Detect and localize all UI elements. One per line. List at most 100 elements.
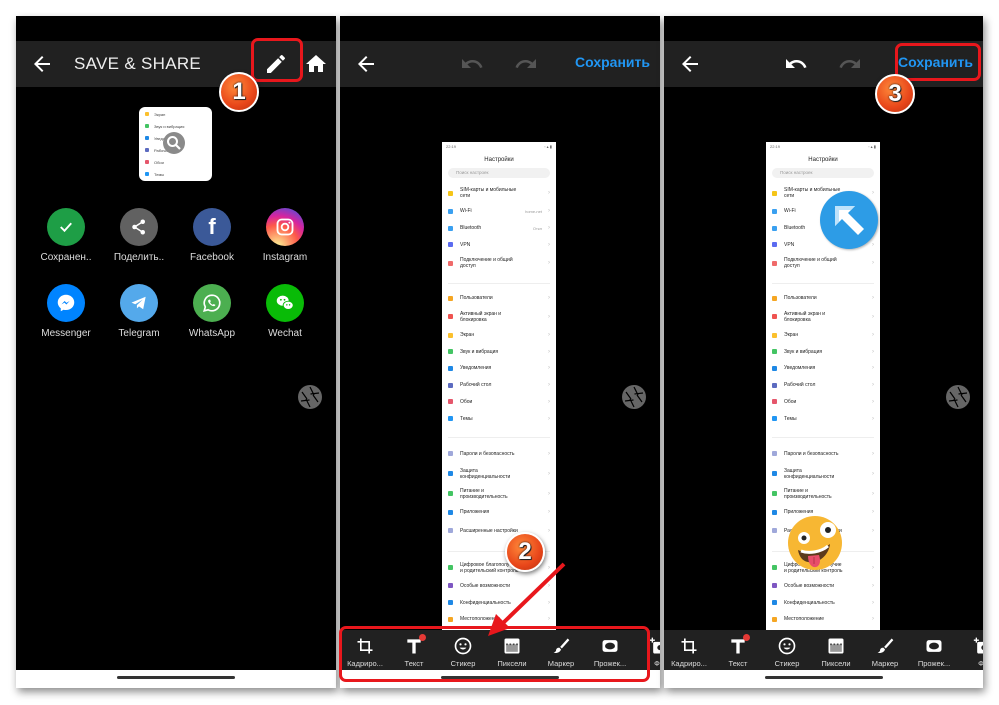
settings-row-icon [772, 471, 777, 477]
settings-row-icon [772, 332, 777, 338]
aperture-icon[interactable] [298, 385, 322, 409]
highlight-save-button [895, 43, 981, 81]
settings-search: Поиск настроек [772, 168, 874, 178]
settings-row: Уведомления › [442, 360, 556, 377]
editor-app-bar: Сохранить [340, 41, 660, 87]
back-arrow-icon[interactable] [678, 52, 702, 76]
instagram-icon [266, 208, 304, 246]
settings-row: SIM-карты и мобильные сети › [442, 183, 556, 203]
chevron-right-icon: › [548, 382, 550, 389]
redo-icon[interactable] [514, 52, 538, 76]
tool-text[interactable]: Текст [712, 632, 764, 668]
divider [448, 273, 550, 285]
settings-row-icon [772, 399, 777, 405]
tool-sticker[interactable]: Стикер [761, 632, 813, 668]
settings-row-icon [772, 528, 777, 534]
divider [772, 427, 874, 438]
settings-row-icon [448, 416, 453, 422]
thumb-row: Экран [145, 109, 206, 119]
sticker-icon [778, 637, 796, 655]
chevron-right-icon: › [548, 190, 550, 196]
home-indicator[interactable] [117, 676, 235, 679]
new-badge-dot [743, 634, 750, 641]
settings-row-icon [772, 260, 777, 266]
settings-search: Поиск настроек [448, 168, 550, 178]
settings-row-icon [448, 616, 453, 622]
settings-row-icon [448, 471, 453, 477]
settings-row: Обои › [766, 394, 880, 411]
settings-row-icon [448, 295, 453, 301]
share-telegram[interactable]: Telegram [104, 284, 174, 339]
settings-row: Пользователи › [442, 290, 556, 307]
share-messenger[interactable]: Messenger [31, 284, 101, 339]
settings-row: Подключение и общий доступ › [442, 253, 556, 273]
chevron-right-icon: › [872, 564, 874, 571]
chevron-right-icon: › [548, 450, 550, 457]
settings-row: Конфиденциальность › [766, 594, 880, 611]
status-bar: 22:19 ◦ ▴ ▮ [446, 144, 552, 149]
settings-row-icon [772, 491, 777, 497]
brush-icon [877, 638, 894, 653]
share-facebook[interactable]: f Facebook [177, 208, 247, 263]
settings-row-icon [772, 349, 777, 355]
settings-row-icon [772, 382, 777, 388]
save-button[interactable]: Сохранить [575, 54, 650, 70]
tool-spotlight[interactable]: Прожек... [908, 632, 960, 668]
settings-row-icon [772, 225, 777, 231]
share-whatsapp[interactable]: WhatsApp [177, 284, 247, 339]
settings-row-icon [448, 565, 453, 571]
settings-row-icon [448, 528, 453, 534]
settings-row: Активный экран и блокировка › [442, 307, 556, 327]
arrow-sticker[interactable] [820, 191, 878, 249]
settings-row-icon [772, 583, 777, 589]
step-badge: 3 [875, 74, 915, 114]
home-indicator[interactable] [764, 676, 883, 679]
settings-row: Питание и производительность › [442, 484, 556, 504]
screenshot-thumbnail[interactable]: Экран Звук и вибрация Уведомления Рабочи… [139, 107, 212, 181]
settings-row-icon [448, 332, 453, 338]
settings-row-icon [448, 225, 453, 231]
share-save[interactable]: Сохранен.. [31, 208, 101, 263]
step-badge: 2 [505, 532, 545, 572]
tool-add-photo[interactable]: Фо [957, 632, 983, 668]
back-arrow-icon[interactable] [30, 52, 54, 76]
tool-pixelate[interactable]: Пиксели [810, 632, 862, 668]
redo-icon[interactable] [838, 52, 862, 76]
chevron-right-icon: › [872, 313, 874, 320]
emoji-sticker[interactable] [788, 516, 842, 570]
share-generic[interactable]: Поделить.. [104, 208, 174, 263]
settings-row-icon [772, 208, 777, 214]
settings-row-icon [772, 616, 777, 622]
undo-icon[interactable] [784, 52, 808, 76]
tool-brush[interactable]: Маркер [859, 632, 911, 668]
aperture-icon[interactable] [946, 385, 970, 409]
settings-row: Особые возможности › [766, 578, 880, 595]
share-wechat[interactable]: Wechat [250, 284, 320, 339]
settings-row-icon [772, 416, 777, 422]
share-instagram[interactable]: Instagram [250, 208, 320, 263]
chevron-right-icon: › [548, 490, 550, 497]
back-arrow-icon[interactable] [354, 52, 378, 76]
tool-crop[interactable]: Кадриро... [664, 632, 715, 668]
settings-row: Обои › [442, 394, 556, 411]
arrow-up-left-icon [835, 206, 864, 235]
page-title: SAVE & SHARE [74, 54, 202, 73]
settings-row-icon [772, 190, 777, 196]
settings-row-icon [772, 509, 777, 515]
magnifier-icon[interactable] [163, 132, 185, 154]
undo-icon[interactable] [460, 52, 484, 76]
settings-row: Экран › [766, 327, 880, 344]
settings-row-icon [448, 491, 453, 497]
settings-row: Пароли и безопасность › [442, 444, 556, 464]
home-icon[interactable] [304, 52, 328, 76]
chevron-right-icon: › [548, 527, 550, 534]
chevron-right-icon: › [548, 348, 550, 355]
settings-row: Активный экран и блокировка › [766, 307, 880, 327]
settings-row-icon [772, 365, 777, 371]
telegram-icon [120, 284, 158, 322]
settings-row-icon [772, 600, 777, 606]
chevron-right-icon: › [548, 260, 550, 267]
divider [772, 273, 874, 285]
aperture-icon[interactable] [622, 385, 646, 409]
share-icon [120, 208, 158, 246]
